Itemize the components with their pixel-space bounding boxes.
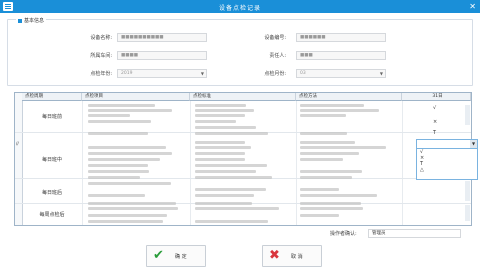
redacted-text <box>195 120 236 123</box>
col-header-method[interactable]: 点检方法 <box>296 93 402 101</box>
operator-confirm-field[interactable]: 管理员 <box>368 229 461 238</box>
basic-info-title: 基本信息 <box>16 17 47 24</box>
redacted-text <box>195 132 268 135</box>
cell-scrollbar[interactable] <box>465 105 470 125</box>
row-period-label: 每日班中 <box>41 157 62 163</box>
window-title: 设备点检记录 <box>218 5 261 12</box>
redacted-text <box>300 207 363 210</box>
workshop-label: 所属车间: <box>90 53 112 59</box>
device-code-label: 设备编号: <box>264 35 286 41</box>
owner-label: 责任人: <box>269 53 286 59</box>
redacted-text <box>300 170 362 173</box>
title-bar: 设备点检记录 ✕ <box>0 0 480 13</box>
redacted-text <box>195 207 279 210</box>
month-label: 点检月份: <box>264 71 286 77</box>
row-period-label: 每日班后 <box>41 190 62 196</box>
operator-confirm-label: 操作者确认: <box>330 231 357 237</box>
redacted-text <box>88 182 171 185</box>
owner-field[interactable]: ■■■ <box>296 51 386 60</box>
check-icon: ✔ <box>153 248 164 263</box>
redacted-text <box>88 214 167 217</box>
cancel-button[interactable]: ✖ 取 消 <box>262 245 322 267</box>
divider <box>296 101 297 225</box>
info-icon <box>18 18 22 23</box>
redacted-text <box>88 158 160 161</box>
redacted-text <box>195 104 246 107</box>
redacted-text <box>88 164 148 167</box>
redacted-text <box>300 194 377 197</box>
device-code-field[interactable]: ■■■■■■ <box>296 33 386 42</box>
redacted-text <box>88 202 176 205</box>
redacted-text <box>88 109 172 112</box>
col-header-item[interactable]: 点检项目 <box>82 93 190 101</box>
redacted-text <box>300 132 347 135</box>
redacted-text <box>88 176 140 179</box>
redacted-text <box>300 214 339 217</box>
redacted-text <box>195 188 266 191</box>
redacted-text <box>195 202 252 205</box>
col-header-standard[interactable]: 点检标准 <box>190 93 296 101</box>
redacted-text <box>195 164 267 167</box>
divider <box>190 101 191 225</box>
redacted-text <box>300 114 346 117</box>
redacted-text <box>88 132 148 135</box>
close-icon[interactable]: ✕ <box>469 2 476 11</box>
year-label: 点检年份: <box>90 71 112 77</box>
redacted-text <box>195 146 251 149</box>
redacted-text <box>195 141 245 144</box>
chevron-down-icon: ▼ <box>379 71 383 76</box>
redacted-text <box>88 194 145 197</box>
redacted-text <box>300 146 386 149</box>
chevron-down-icon[interactable]: ▼ <box>470 140 477 148</box>
redacted-text <box>195 194 254 197</box>
redacted-text <box>88 220 163 223</box>
redacted-text <box>300 188 339 191</box>
workshop-field[interactable]: ■■■■ <box>117 51 207 60</box>
row-period-label: 每日班前 <box>41 114 62 120</box>
divider <box>82 101 83 225</box>
device-name-label: 设备名称: <box>90 35 112 41</box>
redacted-text <box>195 152 245 155</box>
year-select[interactable]: 2019 ▼ <box>117 69 207 78</box>
day31-cell[interactable]: √ <box>433 105 436 111</box>
option-item[interactable]: △ <box>417 167 477 173</box>
redacted-text <box>195 158 245 161</box>
redacted-text <box>195 114 245 117</box>
device-name-field[interactable]: ■■■■■■■■■■ <box>117 33 207 42</box>
row-period-label: 每周点检后 <box>39 212 65 218</box>
close-icon: ✖ <box>269 248 280 263</box>
redacted-text <box>195 126 256 129</box>
redacted-text <box>300 141 355 144</box>
ok-button[interactable]: ✔ 确 定 <box>146 245 206 267</box>
redacted-text <box>300 176 352 179</box>
chevron-down-icon: ▼ <box>200 71 204 76</box>
day31-cell[interactable]: T <box>433 130 436 136</box>
redacted-text <box>88 104 155 107</box>
redacted-text <box>300 202 361 205</box>
day31-options: √ × T △ <box>416 148 478 180</box>
cell-scrollbar[interactable] <box>465 205 470 221</box>
redacted-text <box>300 158 343 161</box>
redacted-text <box>195 170 256 173</box>
redacted-text <box>88 146 166 149</box>
col-header-day31[interactable]: 31日 <box>402 93 471 101</box>
col-header-period[interactable]: 点检周期 <box>22 93 82 101</box>
redacted-text <box>88 152 172 155</box>
redacted-text <box>195 176 272 179</box>
redacted-text <box>300 109 379 112</box>
redacted-text <box>195 109 254 112</box>
redacted-text <box>300 152 359 155</box>
redacted-text <box>88 114 130 117</box>
row-edit-marker: // <box>16 141 19 146</box>
cell-scrollbar[interactable] <box>465 181 470 201</box>
redacted-text <box>88 207 178 210</box>
redacted-text <box>88 170 149 173</box>
redacted-text <box>300 104 364 107</box>
divider <box>402 101 403 225</box>
month-select[interactable]: 03 ▼ <box>296 69 386 78</box>
redacted-text <box>88 120 151 123</box>
redacted-text <box>195 220 268 223</box>
day31-cell[interactable]: × <box>433 119 437 125</box>
